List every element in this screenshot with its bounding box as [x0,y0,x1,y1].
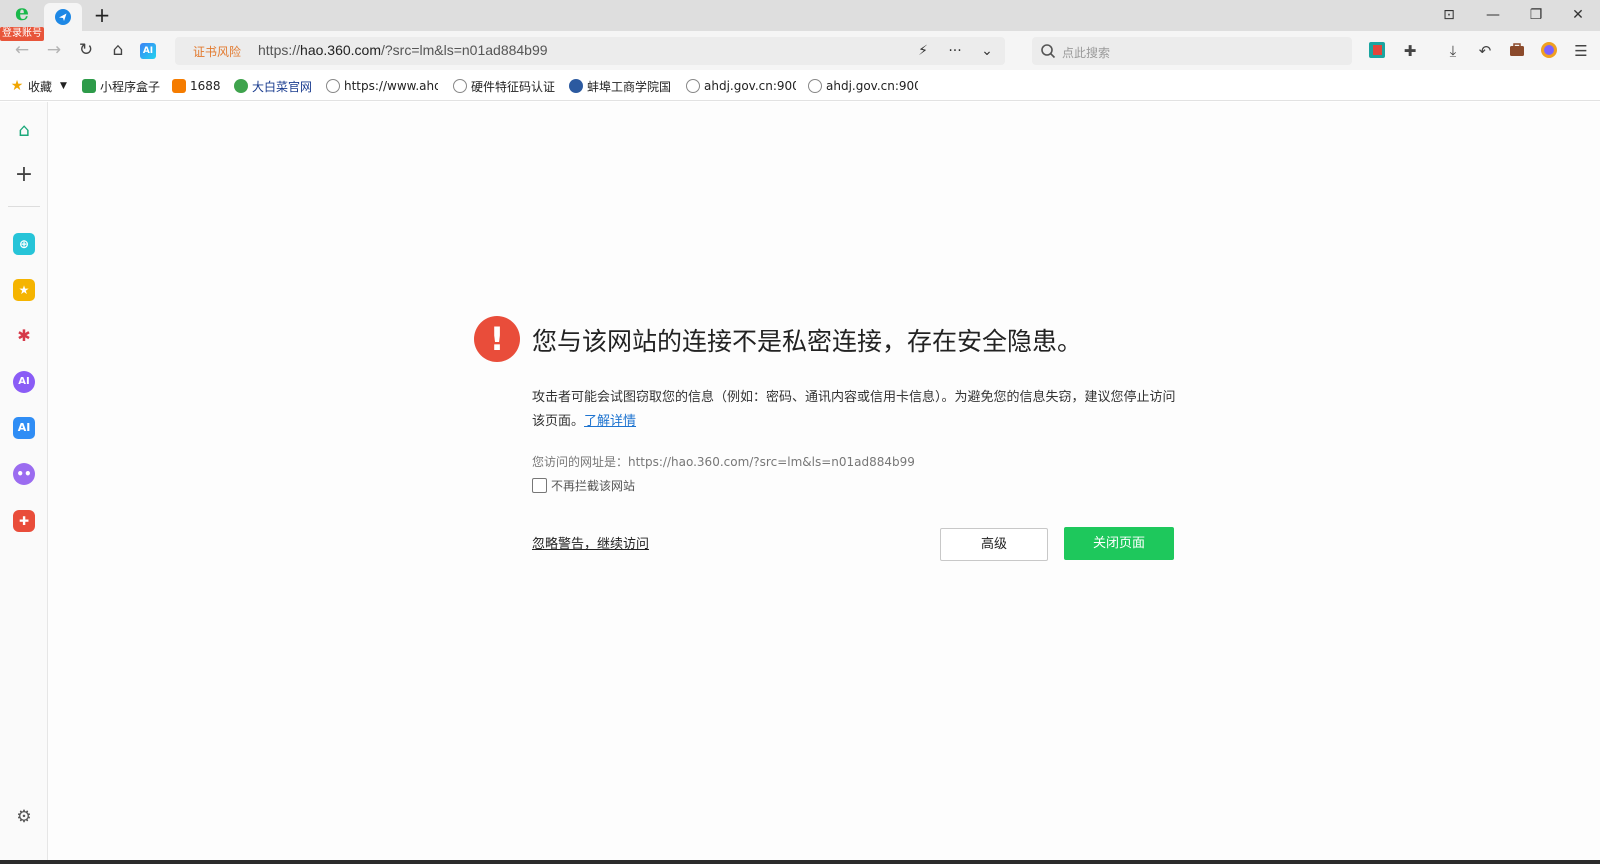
sidebar-home-icon[interactable]: ⌂ [13,120,35,142]
globe-icon [686,79,700,93]
bookmark-ahdj-2[interactable]: ahdj.gov.cn:900 [808,77,918,95]
sidebar-settings-icon[interactable]: ⚙ [13,806,35,828]
navigation-bar: ← → ↻ ⌂ AI 证书风险 https://hao.360.com/?src… [0,31,1600,70]
tab-strip: e + ⊡ — ❐ ✕ [0,0,1600,31]
college-icon [569,79,583,93]
reload-icon[interactable]: ↻ [76,40,96,60]
bookmark-mini-program[interactable]: 小程序盒子 [82,77,160,95]
browser-logo-icon[interactable]: e [4,2,36,25]
no-block-label: 不再拦截该网站 [551,479,636,493]
minimize-button[interactable]: — [1481,4,1505,26]
sidebar-add-icon[interactable]: + [13,164,35,186]
learn-more-link[interactable]: 了解详情 [584,414,636,429]
1688-icon [172,79,186,93]
globe-icon [453,79,467,93]
warning-title: 您与该网站的连接不是私密连接，存在安全隐患。 [532,327,1083,356]
cabbage-icon [234,79,248,93]
globe-icon [808,79,822,93]
download-icon[interactable]: ⤓ [1443,41,1463,61]
ignore-warning-link[interactable]: 忽略警告，继续访问 [532,533,649,552]
sidebar-divider [8,206,40,207]
sidebar-network-icon[interactable]: ✱ [13,325,35,347]
ai-chat-icon[interactable] [1539,41,1559,61]
tab-active[interactable] [44,3,82,31]
sidebar-ai-writer-icon[interactable]: AI [13,371,35,393]
ai-assistant-icon[interactable]: AI [140,43,156,59]
bookmark-dabaicai[interactable]: 大白菜官网 [234,77,312,95]
close-window-button[interactable]: ✕ [1566,4,1590,26]
sidebar-ai-icon[interactable]: AI [13,417,35,439]
star-icon: ★ [10,78,24,94]
search-placeholder: 点此搜索 [1062,46,1111,60]
restore-button[interactable]: ❐ [1524,4,1548,26]
bookmarks-bar: ★ 收藏 ▼ 小程序盒子 1688 大白菜官网 https://www.ahd 硬件… [0,70,1600,101]
sidebar-favorites-icon[interactable]: ★ [13,279,35,301]
undo-icon[interactable]: ↶ [1475,41,1495,61]
chevron-down-icon[interactable]: ▼ [60,81,67,91]
home-icon[interactable]: ⌂ [108,40,128,60]
bookmark-ahdj-1[interactable]: ahdj.gov.cn:900 [686,77,796,95]
chevron-down-icon[interactable]: ⌄ [977,41,997,61]
close-page-button[interactable]: 关闭页面 [1064,527,1174,560]
login-badge[interactable]: 登录账号 [0,27,44,41]
warning-icon: ! [474,316,520,362]
checkbox[interactable] [532,478,547,493]
certificate-warning-label[interactable]: 证书风险 [193,43,241,60]
search-icon [1041,44,1056,59]
no-block-checkbox[interactable]: 不再拦截该网站 [532,477,635,494]
toolbox-icon[interactable] [1507,41,1527,61]
sidebar: ⌂ + ⊕ ★ ✱ AI AI •• ✚ ⚙ [0,102,48,864]
extensions-icon[interactable]: ✚ [1400,41,1420,61]
advanced-button[interactable]: 高级 [940,528,1048,561]
mini-program-icon [82,79,96,93]
sidebar-game-icon[interactable]: ✚ [13,510,35,532]
tab-favicon-icon [55,9,71,25]
office-icon[interactable] [1367,41,1387,61]
page-content [48,102,1600,860]
globe-icon [326,79,340,93]
bookmark-hardware-auth[interactable]: 硬件特征码认证 [453,77,555,95]
forward-icon[interactable]: → [44,40,64,60]
visited-url-text: 您访问的网址是：https://hao.360.com/?src=lm&ls=n… [532,455,915,469]
address-bar[interactable]: 证书风险 https://hao.360.com/?src=lm&ls=n01a… [175,37,1005,65]
bookmark-favorites[interactable]: ★ 收藏 ▼ [10,77,67,95]
sidebar-translate-icon[interactable]: ⊕ [13,233,35,255]
search-box[interactable]: 点此搜索 [1032,37,1352,65]
sidebar-robot-icon[interactable]: •• [13,463,35,485]
skin-icon[interactable]: ⊡ [1437,4,1461,26]
warning-description: 攻击者可能会试图窃取您的信息（例如：密码、通讯内容或信用卡信息）。为避免您的信息… [532,390,1176,429]
new-tab-button[interactable]: + [92,5,112,25]
url-text[interactable]: https://hao.360.com/?src=lm&ls=n01ad884b… [258,42,548,58]
menu-icon[interactable]: ☰ [1571,41,1591,61]
bookmark-bengbu-college[interactable]: 蚌埠工商学院国 [569,77,673,95]
more-dots-icon[interactable]: ··· [945,41,965,61]
back-icon[interactable]: ← [12,40,32,60]
bookmark-ahd[interactable]: https://www.ahd [326,77,438,95]
taskbar-edge [0,860,1600,864]
bookmark-1688[interactable]: 1688 [172,77,221,95]
lightning-icon[interactable]: ⚡ [913,41,933,61]
